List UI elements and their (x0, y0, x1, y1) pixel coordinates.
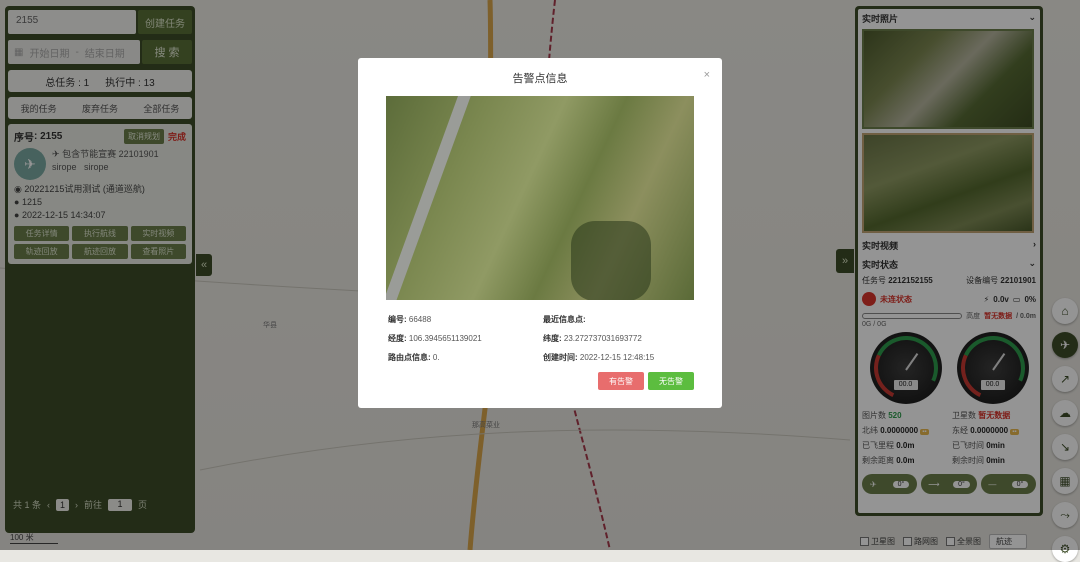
route-point-info: 0. (432, 353, 440, 362)
alarm-point-dialog: 告警点信息 × 编号: 66488 最近信息点: 经度: 106.3945651… (358, 58, 722, 408)
alarm-number: 66488 (408, 315, 432, 324)
no-alarm-button[interactable]: 无告警 (648, 372, 694, 390)
alarm-lng: 106.3945651139021 (408, 334, 482, 343)
dialog-title: 告警点信息 (512, 73, 568, 85)
close-icon[interactable]: × (704, 69, 710, 81)
alarm-lat: 23.272737031693772 (563, 334, 642, 343)
created-time: 2022-12-15 12:48:15 (579, 353, 655, 362)
has-alarm-button[interactable]: 有告警 (598, 372, 644, 390)
alarm-photo[interactable] (386, 96, 694, 300)
